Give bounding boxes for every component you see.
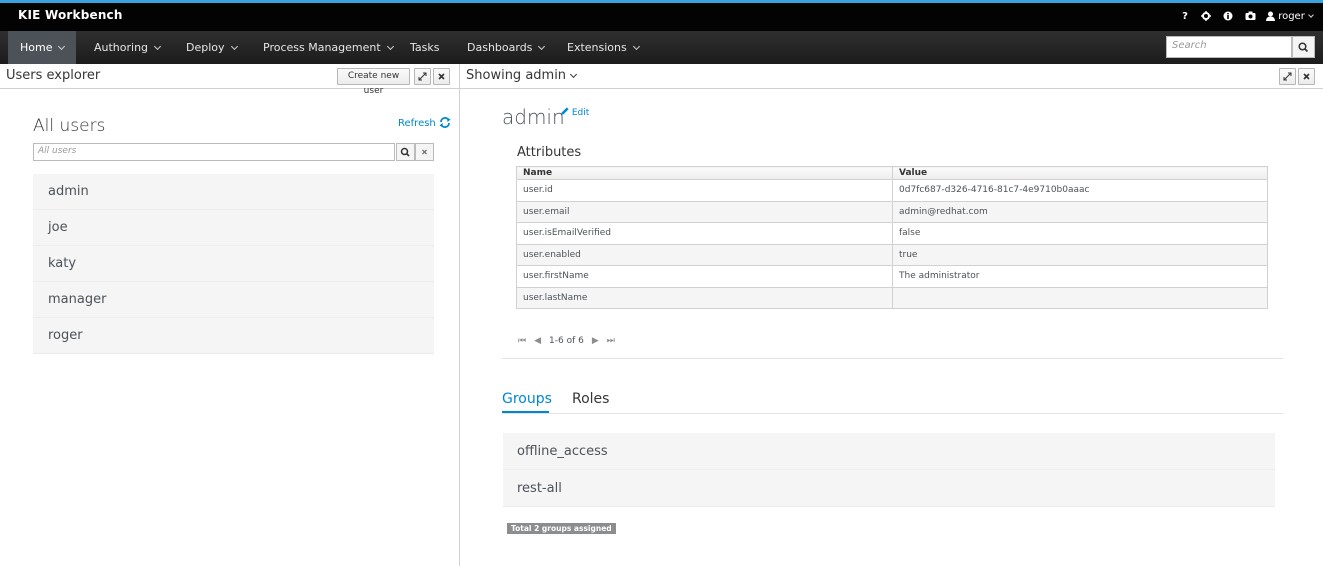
column-header[interactable]: Value	[892, 166, 1268, 180]
nav-extensions[interactable]: Extensions	[555, 31, 651, 64]
close-icon	[1303, 73, 1310, 80]
attribute-name: user.isEmailVerified	[516, 222, 893, 245]
groups-count-badge: Total 2 groups assigned	[507, 523, 616, 534]
chevron-down-icon	[1307, 12, 1314, 18]
chevron-down-icon	[632, 42, 640, 51]
pencil-icon	[561, 107, 569, 115]
group-list: offline_access rest-all	[503, 433, 1275, 507]
top-header: KIE Workbench ? roger	[0, 0, 1323, 31]
user-details-header: Showing admin	[460, 64, 1323, 89]
prev-page-icon[interactable]: ◀	[534, 336, 541, 346]
attribute-value: admin@redhat.com	[892, 200, 1268, 223]
list-item[interactable]: joe	[33, 210, 434, 246]
list-item[interactable]: offline_access	[503, 433, 1275, 470]
list-item[interactable]: admin	[33, 174, 434, 210]
attribute-name: user.lastName	[516, 286, 893, 309]
search-icon	[400, 147, 410, 157]
app-title: KIE Workbench	[18, 8, 123, 22]
help-icon[interactable]: ?	[1178, 7, 1192, 27]
close-button[interactable]	[433, 68, 450, 85]
expand-icon	[418, 72, 427, 81]
refresh-icon	[439, 117, 451, 128]
chevron-down-icon	[538, 42, 546, 51]
table-row: user.isEmailVerified false	[516, 222, 1268, 245]
nav-deploy[interactable]: Deploy	[174, 31, 249, 64]
attribute-value: true	[892, 243, 1268, 266]
list-item[interactable]: manager	[33, 282, 434, 318]
refresh-link[interactable]: Refresh	[398, 117, 451, 129]
chevron-down-icon	[58, 42, 66, 51]
first-page-icon[interactable]: ⏮	[518, 336, 526, 346]
attributes-heading: Attributes	[517, 145, 582, 160]
panel-divider	[459, 64, 460, 566]
table-row: user.email admin@redhat.com	[516, 200, 1268, 223]
tab-roles[interactable]: Roles	[572, 391, 609, 407]
next-page-icon[interactable]: ▶	[592, 336, 599, 346]
attribute-value: 0d7fc687-d326-4716-81c7-4e9710b0aaac	[892, 179, 1268, 202]
list-item[interactable]: rest-all	[503, 470, 1275, 507]
list-item[interactable]: roger	[33, 318, 434, 354]
table-row: user.enabled true	[516, 243, 1268, 266]
user-name-heading: admin	[502, 105, 565, 129]
list-item[interactable]: katy	[33, 246, 434, 282]
chevron-down-icon	[230, 42, 238, 51]
all-users-heading: All users	[33, 116, 106, 136]
table-row: user.firstName The administrator	[516, 265, 1268, 288]
users-explorer-header: Users explorer Create new user	[0, 64, 459, 96]
gear-icon[interactable]	[1198, 7, 1214, 27]
table-header-row: Name Value	[516, 166, 1268, 180]
user-name: roger	[1278, 11, 1305, 22]
attribute-name: user.id	[516, 179, 893, 202]
attribute-name: user.email	[516, 200, 893, 223]
tab-divider	[502, 413, 1283, 414]
maximize-button[interactable]	[414, 68, 431, 85]
user-list: admin joe katy manager roger	[33, 174, 434, 354]
nav-home[interactable]: Home	[8, 31, 77, 64]
search-input[interactable]: Search	[1166, 36, 1292, 58]
search-button[interactable]	[1292, 36, 1315, 58]
chevron-down-icon	[154, 42, 162, 51]
last-page-icon[interactable]: ⏭	[607, 336, 615, 346]
nav-dashboards[interactable]: Dashboards	[455, 31, 556, 64]
table-row: user.lastName	[516, 286, 1268, 309]
attribute-name: user.firstName	[516, 265, 893, 288]
filter-search-button[interactable]	[396, 143, 415, 161]
nav-tasks[interactable]: Tasks	[398, 31, 451, 64]
close-icon	[438, 73, 445, 80]
attribute-value: false	[892, 222, 1268, 245]
active-tab-indicator	[502, 411, 549, 413]
divider	[502, 358, 1283, 359]
chevron-down-icon	[386, 42, 394, 51]
attribute-name: user.enabled	[516, 243, 893, 266]
nav-process-management[interactable]: Process Management	[251, 31, 405, 64]
table-row: user.id 0d7fc687-d326-4716-81c7-4e9710b0…	[516, 179, 1268, 202]
pager-range: 1-6 of 6	[549, 336, 584, 346]
close-button[interactable]	[1298, 68, 1315, 85]
camera-icon[interactable]	[1242, 7, 1258, 27]
create-new-user-button[interactable]: Create new user	[337, 68, 410, 96]
tab-groups[interactable]: Groups	[502, 391, 552, 407]
attributes-table: Name Value user.id 0d7fc687-d326-4716-81…	[516, 166, 1268, 309]
chevron-down-icon	[570, 70, 578, 79]
maximize-button[interactable]	[1279, 68, 1296, 85]
close-icon	[422, 149, 427, 155]
search-icon	[1298, 42, 1309, 53]
main-nav: Home Authoring Deploy Process Management…	[0, 31, 1323, 64]
user-filter-input[interactable]: All users	[33, 143, 395, 161]
user-menu[interactable]: roger	[1266, 7, 1318, 27]
attribute-value	[892, 286, 1268, 309]
filter-clear-button[interactable]	[415, 143, 434, 161]
info-icon[interactable]	[1220, 7, 1236, 27]
user-icon	[1266, 11, 1275, 21]
panel-title-menu[interactable]: Showing admin	[466, 68, 578, 83]
nav-authoring[interactable]: Authoring	[82, 31, 172, 64]
edit-link[interactable]: Edit	[561, 107, 589, 118]
expand-icon	[1283, 72, 1292, 81]
column-header[interactable]: Name	[516, 166, 893, 180]
attribute-value: The administrator	[892, 265, 1268, 288]
pager: ⏮ ◀ 1-6 of 6 ▶ ⏭	[518, 336, 623, 346]
panel-title: Users explorer	[6, 68, 101, 83]
